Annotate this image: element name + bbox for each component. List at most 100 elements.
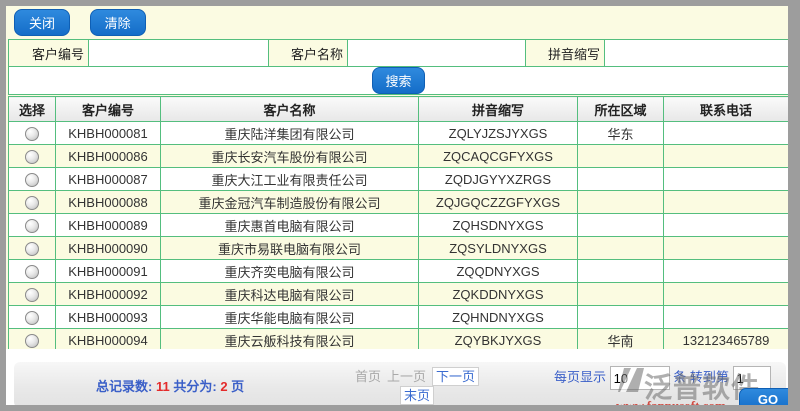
next-page-link[interactable]: 下一页: [432, 367, 479, 386]
cell-phone: [664, 260, 789, 283]
cell-phone: [664, 145, 789, 168]
select-radio[interactable]: [25, 242, 39, 256]
select-radio[interactable]: [25, 196, 39, 210]
table-row: KHBH000090重庆市易联电脑有限公司ZQSYLDNYXGS: [9, 237, 789, 260]
cell-pinyin: ZQDJGYYXZRGS: [419, 168, 578, 191]
search-form: 客户编号 客户名称 拼音缩写 搜索: [8, 39, 788, 95]
cell-region: [578, 306, 664, 329]
cell-phone: [664, 283, 789, 306]
select-radio[interactable]: [25, 265, 39, 279]
table-header-row: 选择客户编号客户名称拼音缩写所在区域联系电话: [9, 97, 789, 122]
customer-table: 选择客户编号客户名称拼音缩写所在区域联系电话 KHBH000081重庆陆洋集团有…: [8, 96, 788, 352]
per-page-input[interactable]: [610, 366, 670, 390]
customer-name-input[interactable]: [348, 41, 525, 65]
select-radio[interactable]: [25, 150, 39, 164]
pinyin-label: 拼音缩写: [526, 40, 605, 67]
select-radio[interactable]: [25, 127, 39, 141]
cell-region: [578, 168, 664, 191]
pages-label: 共分为:: [173, 379, 216, 394]
pages-unit: 页: [231, 379, 244, 394]
cell-pinyin: ZQCAQCGFYXGS: [419, 145, 578, 168]
select-cell: [9, 214, 56, 237]
customer-name-label: 客户名称: [269, 40, 348, 67]
goto-page-label: 转到第: [690, 369, 729, 384]
records-summary: 总记录数: 11 共分为: 2 页: [96, 376, 244, 395]
close-button[interactable]: 关闭: [14, 9, 70, 36]
dialog-window: 关闭 清除 客户编号 客户名称 拼音缩写 搜索: [6, 6, 788, 405]
search-button[interactable]: 搜索: [372, 67, 424, 94]
cell-region: [578, 214, 664, 237]
select-cell: [9, 168, 56, 191]
select-cell: [9, 237, 56, 260]
cell-id: KHBH000092: [56, 283, 161, 306]
cell-name: 重庆陆洋集团有限公司: [161, 122, 419, 145]
per-page-unit: 条: [673, 369, 686, 384]
table-row: KHBH000093重庆华能电脑有限公司ZQHNDNYXGS: [9, 306, 789, 329]
goto-page-input[interactable]: [733, 366, 771, 390]
table-row: KHBH000088重庆金冠汽车制造股份有限公司ZQJGQCZZGFYXGS: [9, 191, 789, 214]
cell-id: KHBH000087: [56, 168, 161, 191]
cell-name: 重庆大江工业有限责任公司: [161, 168, 419, 191]
customer-id-input[interactable]: [89, 41, 268, 65]
toolbar: 关闭 清除: [14, 9, 162, 35]
prev-page-link: 上一页: [387, 369, 426, 384]
cell-pinyin: ZQQDNYXGS: [419, 260, 578, 283]
table-row: KHBH000081重庆陆洋集团有限公司ZQLYJZSJYXGS华东: [9, 122, 789, 145]
total-records-label: 总记录数:: [96, 379, 152, 394]
pinyin-input[interactable]: [605, 41, 788, 65]
cell-pinyin: ZQHNDNYXGS: [419, 306, 578, 329]
first-page-link: 首页: [355, 369, 381, 384]
cell-phone: [664, 168, 789, 191]
footer: 总记录数: 11 共分为: 2 页 首页上一页下一页末页 每页显示 条 转到第 …: [6, 349, 788, 405]
cell-id: KHBH000089: [56, 214, 161, 237]
last-page-link[interactable]: 末页: [400, 386, 434, 405]
cell-id: KHBH000088: [56, 191, 161, 214]
cell-phone: [664, 306, 789, 329]
cell-phone: [664, 214, 789, 237]
cell-region: [578, 237, 664, 260]
select-cell: [9, 306, 56, 329]
cell-name: 重庆科达电脑有限公司: [161, 283, 419, 306]
cell-phone: [664, 122, 789, 145]
column-header: 选择: [9, 97, 56, 122]
pagination-bar: 总记录数: 11 共分为: 2 页 首页上一页下一页末页 每页显示 条 转到第 …: [14, 362, 786, 405]
column-header: 联系电话: [664, 97, 789, 122]
column-header: 所在区域: [578, 97, 664, 122]
table-row: KHBH000089重庆惠首电脑有限公司ZQHSDNYXGS: [9, 214, 789, 237]
column-header: 客户编号: [56, 97, 161, 122]
per-page-controls: 每页显示 条 转到第: [554, 366, 771, 390]
select-cell: [9, 260, 56, 283]
column-header: 客户名称: [161, 97, 419, 122]
cell-region: 华东: [578, 122, 664, 145]
clear-button[interactable]: 清除: [90, 9, 146, 36]
pages-value: 2: [220, 379, 227, 394]
cell-name: 重庆惠首电脑有限公司: [161, 214, 419, 237]
table-row: KHBH000087重庆大江工业有限责任公司ZQDJGYYXZRGS: [9, 168, 789, 191]
go-button[interactable]: GO: [739, 388, 788, 405]
cell-pinyin: ZQJGQCZZGFYXGS: [419, 191, 578, 214]
cell-id: KHBH000081: [56, 122, 161, 145]
select-radio[interactable]: [25, 288, 39, 302]
select-radio[interactable]: [25, 311, 39, 325]
select-cell: [9, 283, 56, 306]
customer-id-label: 客户编号: [9, 40, 89, 67]
cell-pinyin: ZQLYJZSJYXGS: [419, 122, 578, 145]
cell-pinyin: ZQKDDNYXGS: [419, 283, 578, 306]
table-row: KHBH000091重庆齐奕电脑有限公司ZQQDNYXGS: [9, 260, 789, 283]
select-cell: [9, 145, 56, 168]
select-radio[interactable]: [25, 219, 39, 233]
table-row: KHBH000092重庆科达电脑有限公司ZQKDDNYXGS: [9, 283, 789, 306]
table-row: KHBH000086重庆长安汽车股份有限公司ZQCAQCGFYXGS: [9, 145, 789, 168]
select-cell: [9, 191, 56, 214]
cell-name: 重庆金冠汽车制造股份有限公司: [161, 191, 419, 214]
select-radio[interactable]: [25, 334, 39, 348]
pager-links: 首页上一页下一页末页: [342, 367, 492, 405]
cell-phone: [664, 237, 789, 260]
cell-name: 重庆长安汽车股份有限公司: [161, 145, 419, 168]
cell-id: KHBH000086: [56, 145, 161, 168]
table-body: KHBH000081重庆陆洋集团有限公司ZQLYJZSJYXGS华东KHBH00…: [9, 122, 789, 352]
select-radio[interactable]: [25, 173, 39, 187]
cell-id: KHBH000090: [56, 237, 161, 260]
column-header: 拼音缩写: [419, 97, 578, 122]
watermark-url: www.fanpusoft.com: [616, 398, 726, 405]
